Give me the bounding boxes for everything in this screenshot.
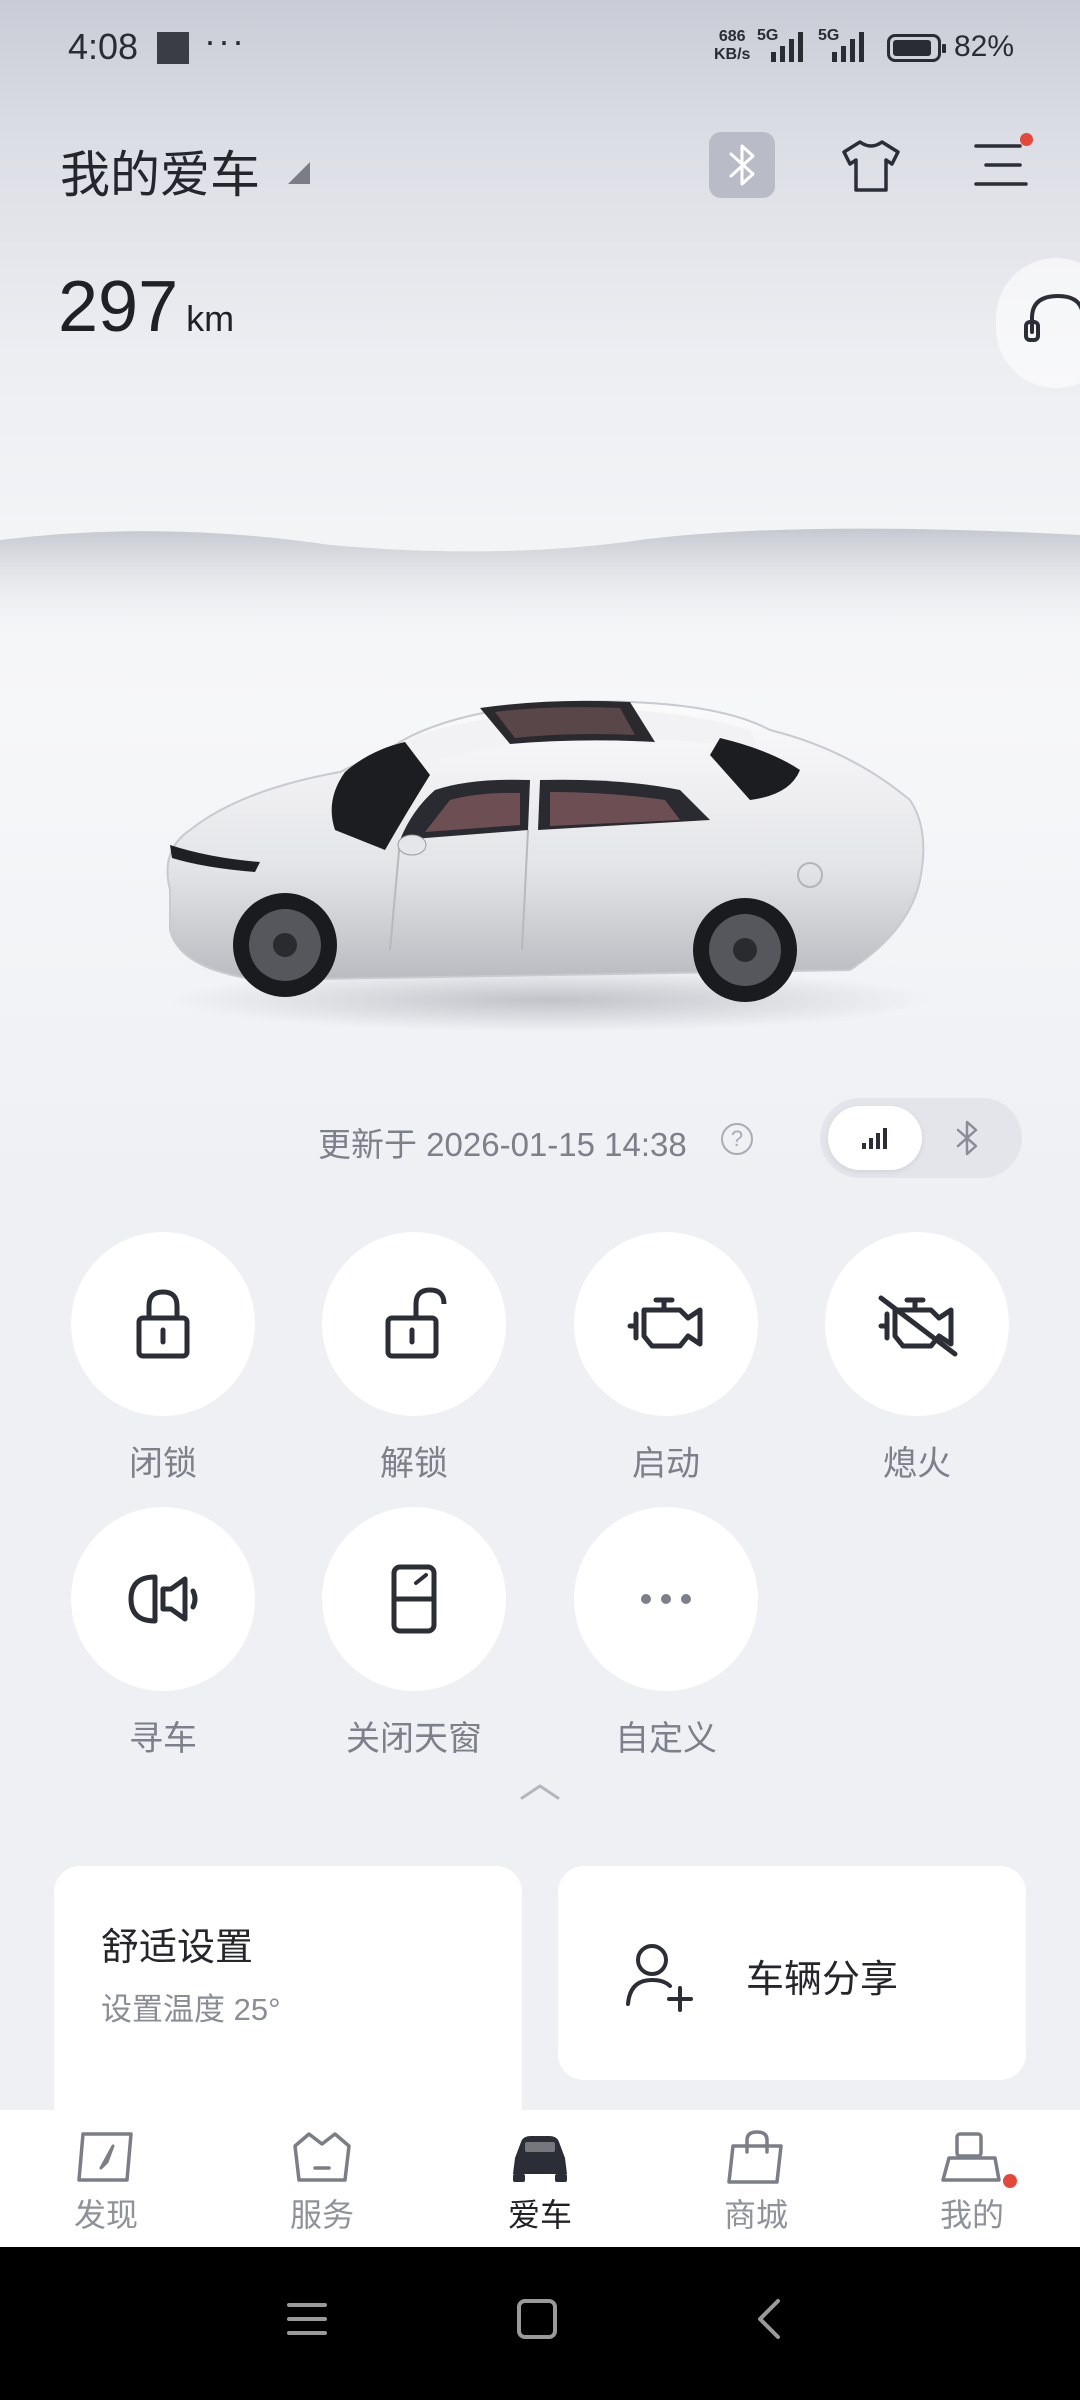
profile-icon [941,2132,1001,2182]
action-find-car[interactable]: 寻车 [68,1507,258,1760]
car-image [166,700,930,1032]
net-speed-value: 686 [718,28,746,45]
caret-down-icon[interactable] [288,162,310,184]
collapse-chevron-icon[interactable] [520,1782,560,1802]
action-button[interactable] [322,1507,506,1691]
tab-my-car[interactable]: 爱车 [465,2128,615,2236]
notification-badge [1020,133,1033,146]
range-unit: km [186,298,235,339]
action-engine-off[interactable]: 熄火 [822,1232,1012,1485]
bluetooth-icon [729,144,755,186]
sim2-label: 5G [818,27,839,44]
vehicle-selector[interactable]: 我的爱车 [60,135,260,207]
action-label: 启动 [632,1445,700,1483]
status-bar: 4:08 ··· 686 KB/s 5G 5G 82% [0,0,1080,100]
action-label: 关闭天窗 [346,1720,482,1758]
connection-mode-toggle[interactable] [820,1098,1022,1178]
action-button[interactable] [574,1232,758,1416]
dune-backdrop [0,528,1080,640]
action-label: 解锁 [380,1445,448,1483]
system-navigation-bar [0,2247,1080,2400]
battery-percent: 82% [954,30,1015,63]
action-start[interactable]: 启动 [571,1232,761,1485]
action-customize[interactable]: 自定义 [571,1507,761,1760]
signal-icon: 5G [757,27,803,62]
action-unlock[interactable]: 解锁 [319,1232,509,1485]
service-icon [293,2132,351,2182]
unlock-icon [385,1287,447,1359]
action-label: 熄火 [883,1445,951,1483]
notification-icon [157,32,189,64]
bluetooth-button[interactable] [709,132,775,198]
compass-icon [77,2132,133,2182]
find-car-icon [128,1574,198,1624]
tab-label: 我的 [939,2197,1004,2233]
engine-off-icon [878,1295,958,1357]
shirt-icon [842,140,900,192]
car-icon [513,2136,567,2182]
mode-network[interactable] [828,1106,922,1170]
help-icon[interactable]: ? [721,1123,753,1155]
notification-badge [1003,2174,1017,2188]
range-value: 297 [58,267,179,347]
signal-bars-icon [862,1128,887,1149]
tab-service[interactable]: 服务 [247,2128,397,2236]
status-time: 4:08 [68,26,139,67]
net-speed: 686 KB/s [714,28,750,64]
more-icon [641,1594,691,1604]
shopping-bag-icon [727,2130,783,2184]
vehicle-share-card[interactable]: 车辆分享 [558,1866,1026,2080]
tab-mall[interactable]: 商城 [681,2128,831,2236]
action-label: 自定义 [615,1720,717,1758]
action-close-sunroof[interactable]: 关闭天窗 [319,1507,509,1760]
lock-icon [136,1289,190,1359]
engine-start-icon [627,1297,703,1349]
action-lock[interactable]: 闭锁 [68,1232,258,1485]
bottom-tab-bar: 发现 服务 爱车 商城 我的 [0,2110,1080,2247]
action-button[interactable] [71,1507,255,1691]
tab-label: 服务 [289,2197,354,2233]
action-button[interactable] [71,1232,255,1416]
sim1-label: 5G [757,27,778,44]
bluetooth-icon [956,1120,978,1156]
signal-icon: 5G [818,27,864,62]
action-button[interactable] [825,1232,1009,1416]
comfort-title: 舒适设置 [101,1927,254,1969]
tab-discover[interactable]: 发现 [31,2128,181,2236]
add-user-icon [626,1944,693,2012]
battery-icon [887,34,946,62]
share-title: 车辆分享 [746,1959,899,2001]
range-display: 297 km [58,266,234,348]
net-speed-unit: KB/s [714,46,751,63]
action-label: 寻车 [129,1720,197,1758]
outfit-button[interactable] [838,132,904,198]
mode-bluetooth[interactable] [920,1106,1014,1170]
home-icon[interactable] [515,2297,559,2341]
tab-label: 爱车 [507,2197,572,2233]
action-button[interactable] [574,1507,758,1691]
action-button[interactable] [322,1232,506,1416]
recent-apps-icon[interactable] [285,2297,329,2341]
action-label: 闭锁 [129,1445,197,1483]
tab-me[interactable]: 我的 [897,2128,1047,2236]
sunroof-icon [391,1564,437,1634]
status-overflow: ··· [204,20,246,61]
back-icon[interactable] [748,2297,792,2341]
tab-label: 发现 [73,2197,138,2233]
comfort-temperature: 设置温度 25° [101,1992,281,2027]
tab-label: 商城 [723,2197,788,2233]
support-headset-icon [1024,293,1080,342]
update-timestamp: 更新于 2026-01-15 14:38 [318,1126,687,1163]
